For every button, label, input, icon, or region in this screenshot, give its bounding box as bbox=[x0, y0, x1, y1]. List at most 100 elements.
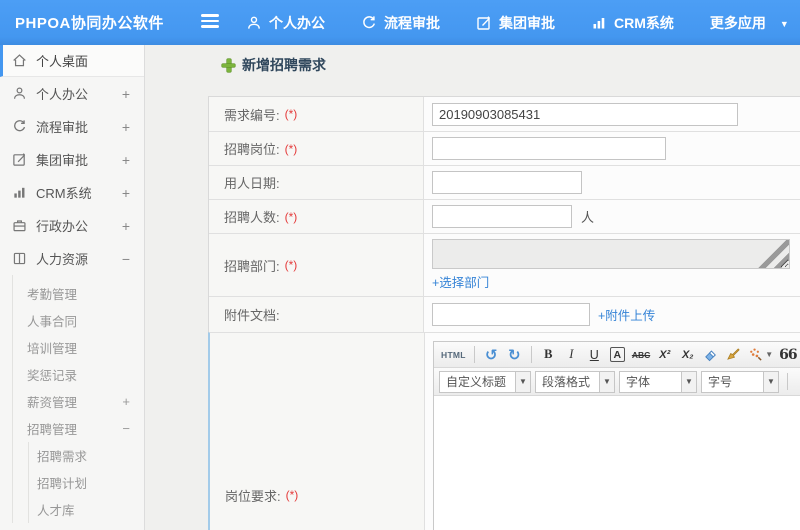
sidebar-item-label: 人力资源 bbox=[36, 252, 89, 267]
nav-group-approval[interactable]: 集团审批 bbox=[476, 13, 555, 33]
page-title: 新增招聘需求 bbox=[208, 55, 800, 75]
format-brush-icon[interactable] bbox=[723, 344, 744, 365]
recruit-demand-form: 需求编号: (*) 招聘岗位: (*) bbox=[208, 96, 800, 530]
paragraph-format-dropdown[interactable]: 段落格式 ▼ bbox=[535, 370, 615, 393]
bar-chart-icon bbox=[591, 15, 607, 31]
sidebar-item-group-approval[interactable]: 集团审批 + bbox=[0, 143, 144, 176]
chevron-down-icon: ▼ bbox=[765, 350, 774, 359]
undo-icon[interactable]: ↺ bbox=[481, 344, 502, 365]
sidebar-item-hr[interactable]: 人力资源 − bbox=[0, 242, 144, 275]
required-marker: (*) bbox=[284, 107, 298, 121]
sidebar-item-recruit-demand[interactable]: 招聘需求 bbox=[29, 442, 144, 469]
nav-personal-office[interactable]: 个人办公 bbox=[246, 13, 325, 33]
nav-label: 流程审批 bbox=[384, 14, 440, 31]
menu-toggle-icon[interactable] bbox=[201, 14, 219, 30]
top-header: PHPOA协同办公软件 个人办公 流程审批 集团审批 CRM系统 更多应用 ▼ bbox=[0, 0, 800, 45]
sidebar-item-salary[interactable]: 薪资管理 + bbox=[13, 388, 144, 415]
sidebar-item-workflow-approval[interactable]: 流程审批 + bbox=[0, 110, 144, 143]
sub-item-label: 招聘管理 bbox=[27, 423, 78, 437]
sidebar-item-label: 个人办公 bbox=[36, 87, 89, 102]
sidebar: 个人桌面 个人办公 + 流程审批 + 集团审批 + CRM系统 + 行政办公 +… bbox=[0, 45, 145, 530]
sidebar-item-hr-contract[interactable]: 人事合同 bbox=[13, 307, 144, 334]
attachment-upload-link[interactable]: +附件上传 bbox=[598, 305, 655, 324]
select-department-link[interactable]: +选择部门 bbox=[432, 272, 489, 291]
main-content: 新增招聘需求 需求编号: (*) 招聘岗位: (*) bbox=[146, 45, 800, 530]
custom-title-dropdown[interactable]: 自定义标题 ▼ bbox=[439, 370, 531, 393]
sidebar-item-personal-desktop[interactable]: 个人桌面 bbox=[0, 45, 144, 77]
subscript-icon[interactable]: X₂ bbox=[677, 344, 698, 365]
highlight-spray-icon[interactable]: ▼ bbox=[746, 344, 775, 365]
required-marker: (*) bbox=[284, 258, 298, 272]
position-input[interactable] bbox=[432, 137, 666, 160]
nav-label: CRM系统 bbox=[614, 14, 674, 31]
bold-icon[interactable]: B bbox=[538, 344, 559, 365]
sidebar-item-crm[interactable]: CRM系统 + bbox=[0, 176, 144, 209]
hire-date-input[interactable] bbox=[432, 171, 582, 194]
sidebar-item-recruit-plan[interactable]: 招聘计划 bbox=[29, 469, 144, 496]
nav-label: 个人办公 bbox=[269, 14, 325, 31]
sidebar-item-rewards[interactable]: 奖惩记录 bbox=[13, 361, 144, 388]
attachment-input[interactable] bbox=[432, 303, 590, 326]
chevron-down-icon: ▼ bbox=[515, 371, 530, 392]
sidebar-item-attendance[interactable]: 考勤管理 bbox=[13, 280, 144, 307]
field-label: 用人日期: bbox=[224, 176, 280, 191]
sub-item-label: 考勤管理 bbox=[27, 288, 78, 302]
align-left-icon[interactable] bbox=[796, 371, 800, 392]
font-size-dropdown[interactable]: 字号 ▼ bbox=[701, 370, 779, 393]
italic-icon[interactable]: I bbox=[561, 344, 582, 365]
bar-chart-icon bbox=[12, 185, 27, 200]
superscript-icon[interactable]: X² bbox=[654, 344, 675, 365]
edit-square-icon bbox=[12, 152, 27, 167]
demand-number-input[interactable] bbox=[432, 102, 738, 126]
collapse-minus-icon[interactable]: − bbox=[122, 251, 130, 267]
page-title-text: 新增招聘需求 bbox=[242, 57, 326, 73]
form-row-headcount: 招聘人数: (*) 人 bbox=[209, 199, 800, 233]
chevron-down-icon[interactable]: ▼ bbox=[780, 17, 789, 29]
expand-plus-icon[interactable]: + bbox=[122, 119, 130, 135]
briefcase-icon bbox=[12, 218, 27, 233]
redo-icon[interactable]: ↻ bbox=[504, 344, 525, 365]
sidebar-item-label: 集团审批 bbox=[36, 153, 89, 168]
nav-workflow-approval[interactable]: 流程审批 bbox=[361, 13, 440, 33]
app-window: PHPOA协同办公软件 个人办公 流程审批 集团审批 CRM系统 更多应用 ▼ … bbox=[0, 0, 800, 530]
headcount-input[interactable] bbox=[432, 205, 572, 228]
collapse-minus-icon[interactable]: − bbox=[122, 421, 130, 436]
sidebar-item-personal-office[interactable]: 个人办公 + bbox=[0, 77, 144, 110]
expand-plus-icon[interactable]: + bbox=[122, 86, 130, 102]
font-family-dropdown[interactable]: 字体 ▼ bbox=[619, 370, 697, 393]
underline-icon[interactable]: U bbox=[584, 344, 605, 365]
top-navigation: 个人办公 流程审批 集团审批 CRM系统 更多应用 ▼ bbox=[246, 0, 789, 45]
hr-submenu: 考勤管理 人事合同 培训管理 奖惩记录 薪资管理 + 招聘管理 − 招聘需求 招… bbox=[12, 275, 144, 523]
sidebar-item-recruit-mgmt[interactable]: 招聘管理 − bbox=[13, 415, 144, 442]
expand-plus-icon[interactable]: + bbox=[122, 218, 130, 234]
workflow-icon bbox=[361, 15, 377, 31]
sidebar-item-talent-pool[interactable]: 人才库 bbox=[29, 496, 144, 523]
department-textarea[interactable] bbox=[432, 239, 790, 269]
edit-square-icon bbox=[476, 15, 492, 31]
nav-crm-system[interactable]: CRM系统 bbox=[591, 13, 674, 33]
field-label: 招聘人数: bbox=[224, 210, 280, 225]
expand-plus-icon[interactable]: + bbox=[122, 152, 130, 168]
editor-content-area[interactable] bbox=[434, 396, 800, 530]
autotypeset-icon[interactable]: A bbox=[609, 347, 625, 362]
strikethrough-icon[interactable]: ABC bbox=[630, 344, 652, 365]
user-icon bbox=[246, 15, 262, 31]
required-marker: (*) bbox=[284, 209, 298, 224]
html-source-icon[interactable]: HTML bbox=[439, 344, 468, 365]
chevron-down-icon: ▼ bbox=[599, 371, 614, 392]
nav-more-apps[interactable]: 更多应用 bbox=[710, 13, 766, 33]
blockquote-icon[interactable]: 66 bbox=[777, 344, 798, 365]
expand-plus-icon[interactable]: + bbox=[122, 185, 130, 201]
form-row-job-requirements: 岗位要求: (*) HTML ↺ ↻ B I U A ABC X² X₂ ▼ 6… bbox=[208, 332, 800, 530]
expand-plus-icon[interactable]: + bbox=[122, 394, 130, 409]
sub-item-label: 招聘需求 bbox=[37, 450, 88, 464]
required-marker: (*) bbox=[285, 488, 299, 502]
app-logo-title: PHPOA协同办公软件 bbox=[15, 15, 164, 32]
sidebar-item-label: 行政办公 bbox=[36, 219, 89, 234]
sidebar-item-admin-office[interactable]: 行政办公 + bbox=[0, 209, 144, 242]
sidebar-item-training[interactable]: 培训管理 bbox=[13, 334, 144, 361]
chevron-down-icon: ▼ bbox=[763, 371, 778, 392]
eraser-icon[interactable] bbox=[700, 344, 721, 365]
sidebar-item-label: CRM系统 bbox=[36, 186, 92, 201]
nav-label: 更多应用 bbox=[709, 14, 766, 31]
